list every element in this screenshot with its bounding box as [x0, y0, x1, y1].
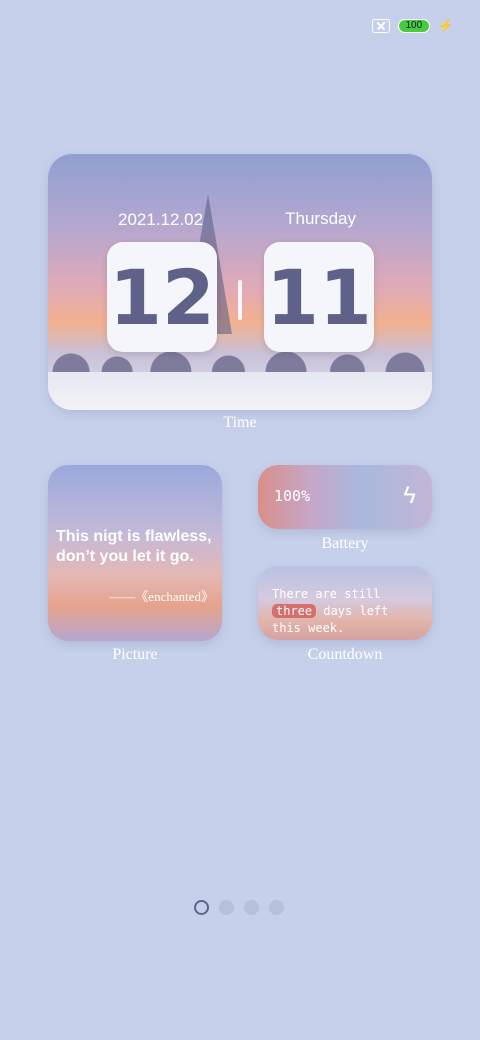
- battery-level-text: 100: [405, 20, 423, 31]
- quote-text: This nigt is flawless, don’t you let it …: [56, 527, 216, 567]
- battery-widget-label: Battery: [321, 535, 369, 552]
- minute-value: 11: [266, 252, 372, 342]
- lightning-icon: ϟ: [403, 482, 416, 509]
- page-dot-4[interactable]: [269, 900, 284, 915]
- quote-source: ——《enchanted》: [109, 589, 214, 604]
- battery-percentage: 100%: [274, 487, 311, 505]
- picture-widget[interactable]: This nigt is flawless, don’t you let it …: [48, 465, 222, 641]
- time-widget-label: Time: [223, 414, 257, 431]
- charging-icon: ⚡: [437, 18, 454, 33]
- hour-value: 12: [109, 252, 215, 342]
- weekday-text: Thursday: [285, 209, 356, 228]
- countdown-highlight: three: [272, 604, 317, 618]
- page-dot-1[interactable]: [194, 900, 209, 915]
- hour-card: 12: [107, 242, 217, 352]
- time-separator: [238, 280, 242, 320]
- page-dot-2[interactable]: [219, 900, 234, 915]
- time-widget[interactable]: 2021.12.02 Thursday 12 11: [48, 154, 432, 410]
- battery-indicator: 100: [397, 19, 430, 33]
- page-dot-3[interactable]: [244, 900, 259, 915]
- date-text: 2021.12.02: [118, 210, 204, 229]
- countdown-text: There are still three days left this wee…: [272, 586, 424, 637]
- quote-line-1: This nigt is flawless,: [56, 528, 212, 545]
- quote-line-2: don’t you let it go.: [56, 548, 194, 565]
- forest-illustration: [48, 338, 432, 372]
- battery-widget[interactable]: 100% ϟ: [258, 465, 432, 529]
- countdown-widget[interactable]: There are still three days left this wee…: [258, 566, 432, 640]
- no-sim-icon: [371, 19, 390, 33]
- snow-ground: [48, 372, 432, 410]
- picture-widget-label: Picture: [112, 646, 158, 663]
- minute-card: 11: [264, 242, 374, 352]
- page-indicator[interactable]: [194, 900, 284, 915]
- countdown-prefix: There are still: [272, 587, 381, 601]
- status-bar: 100 ⚡: [371, 18, 454, 34]
- countdown-widget-label: Countdown: [307, 646, 383, 663]
